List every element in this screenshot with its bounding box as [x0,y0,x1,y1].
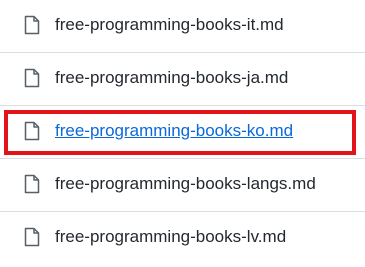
file-link[interactable]: free-programming-books-ja.md [55,66,288,90]
file-icon [24,15,40,35]
file-row-ko[interactable]: free-programming-books-ko.md [0,106,365,159]
file-icon [24,227,40,247]
file-link[interactable]: free-programming-books-lv.md [55,225,286,249]
file-icon [24,121,40,141]
file-link[interactable]: free-programming-books-langs.md [55,172,316,196]
file-icon [24,174,40,194]
file-link[interactable]: free-programming-books-it.md [55,13,284,37]
file-icon [24,68,40,88]
file-link[interactable]: free-programming-books-ko.md [55,119,293,143]
file-row-langs[interactable]: free-programming-books-langs.md [0,159,365,212]
file-row-it[interactable]: free-programming-books-it.md [0,0,365,53]
file-list: free-programming-books-it.md free-progra… [0,0,365,267]
file-row-lv[interactable]: free-programming-books-lv.md [0,212,365,265]
file-row-ja[interactable]: free-programming-books-ja.md [0,53,365,106]
